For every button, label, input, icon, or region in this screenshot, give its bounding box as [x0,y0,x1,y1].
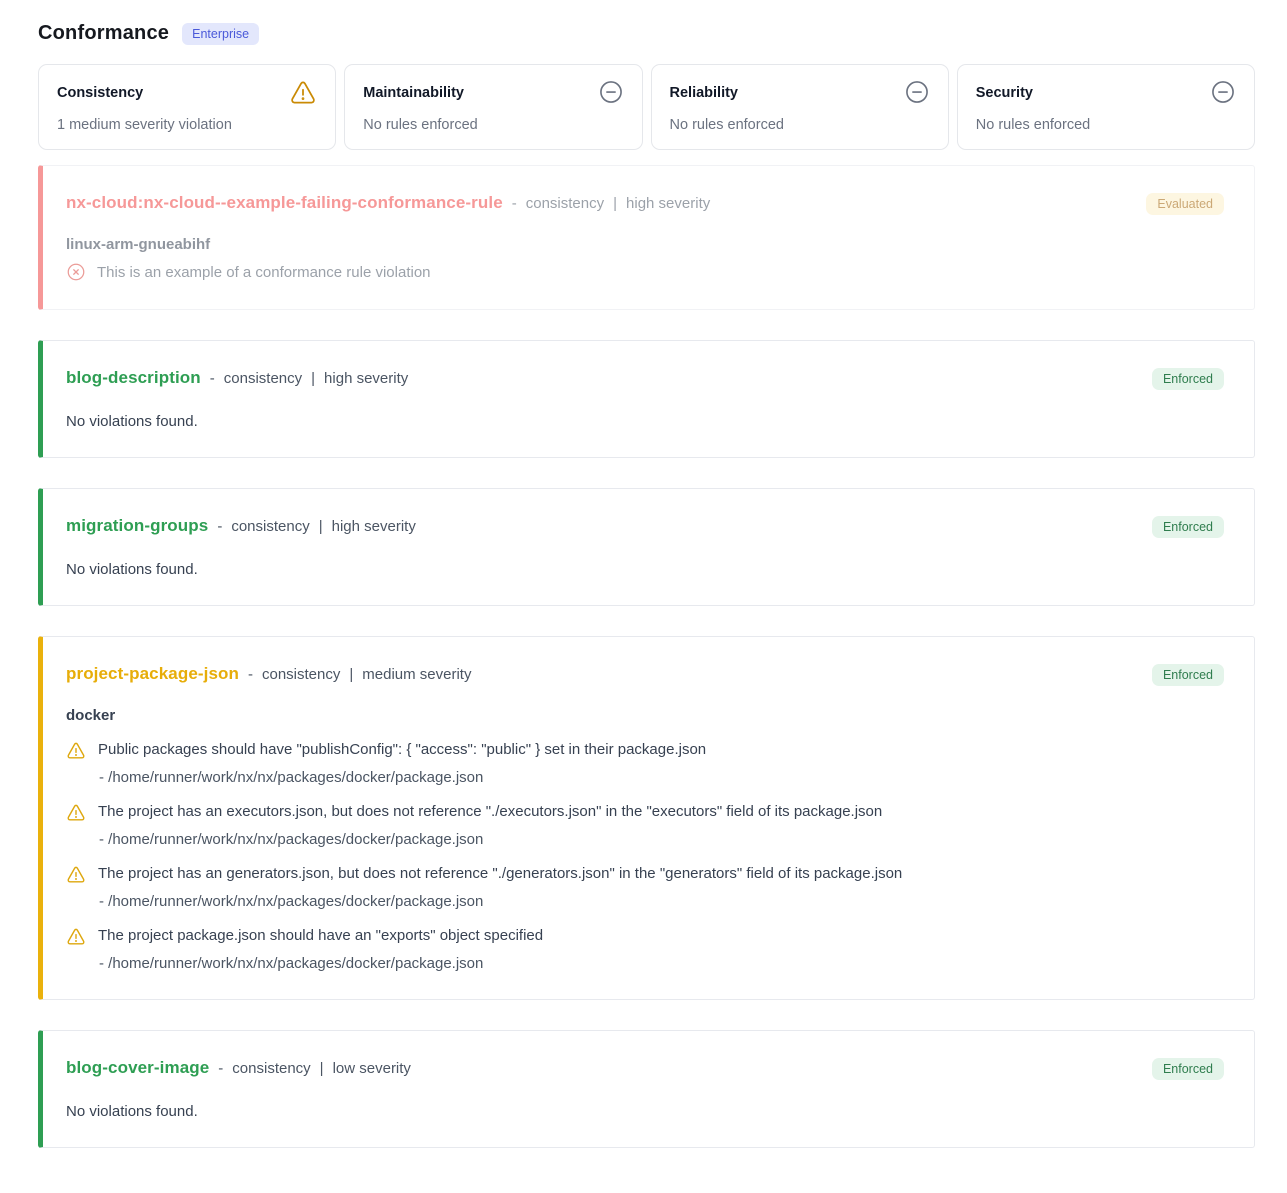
violation-line: This is an example of a conformance rule… [66,262,1224,282]
rule-header: project-package-json - consistency | med… [66,664,1224,686]
summary-card-title: Reliability [670,79,739,101]
violations-list: Public packages should have "publishConf… [66,740,1224,972]
rule-result-text: No violations found. [66,1103,1224,1120]
meta-dash: - [218,1060,223,1077]
violation-item: Public packages should have "publishConf… [66,740,1224,786]
rule-title-line: blog-description - consistency | high se… [66,368,408,388]
status-badge: Enforced [1152,516,1224,538]
project-name: linux-arm-gnueabihf [66,236,1224,253]
summary-card-top: Security [976,79,1236,105]
rule-severity: high severity [332,518,416,535]
status-badge: Enforced [1152,368,1224,390]
summary-card-subtitle: No rules enforced [363,117,623,133]
rule-header: blog-cover-image - consistency | low sev… [66,1058,1224,1080]
violation-message-row: The project has an executors.json, but d… [66,802,1224,823]
warning-triangle-icon [66,927,86,947]
page-title: Conformance [38,22,169,45]
rule-name[interactable]: blog-description [66,368,201,388]
violation-message: Public packages should have "publishConf… [98,740,706,760]
summary-card-subtitle: 1 medium severity violation [57,117,317,133]
enterprise-badge: Enterprise [182,23,259,45]
summary-card-top: Consistency [57,79,317,107]
rule-header: nx-cloud:nx-cloud--example-failing-confo… [66,193,1224,215]
violation-message: The project has an executors.json, but d… [98,802,882,822]
violation-item: The project has an generators.json, but … [66,864,1224,910]
warning-triangle-icon [66,865,86,885]
meta-pipe: | [349,666,353,683]
summary-card-top: Reliability [670,79,930,105]
error-x-circle-icon [66,262,86,282]
warning-triangle-icon [66,803,86,823]
meta-pipe: | [320,1060,324,1077]
rule-header: migration-groups - consistency | high se… [66,516,1224,538]
violation-message-row: The project has an generators.json, but … [66,864,1224,885]
violation-item: The project package.json should have an … [66,926,1224,972]
warning-triangle-icon [289,79,317,107]
rule-title-line: migration-groups - consistency | high se… [66,516,416,536]
rule-category: consistency [526,195,604,212]
violation-message-row: Public packages should have "publishConf… [66,740,1224,761]
meta-dash: - [248,666,253,683]
page-header: Conformance Enterprise [38,22,1255,45]
meta-pipe: | [319,518,323,535]
project-name: docker [66,707,1224,724]
violation-path: - /home/runner/work/nx/nx/packages/docke… [99,769,1224,786]
meta-pipe: | [311,370,315,387]
warning-triangle-icon [66,741,86,761]
rule-result-text: No violations found. [66,413,1224,430]
violation-item: The project has an executors.json, but d… [66,802,1224,848]
rule-card-example-failing: nx-cloud:nx-cloud--example-failing-confo… [38,165,1255,310]
summary-card-consistency: Consistency 1 medium severity violation [38,64,336,150]
status-badge: Enforced [1152,1058,1224,1080]
meta-dash: - [512,195,517,212]
summary-row: Consistency 1 medium severity violation … [38,64,1255,150]
rule-name[interactable]: project-package-json [66,664,239,684]
rule-severity: medium severity [362,666,471,683]
meta-dash: - [217,518,222,535]
dash-circle-icon [904,79,930,105]
rule-severity: low severity [333,1060,411,1077]
rule-name[interactable]: migration-groups [66,516,208,536]
violation-path: - /home/runner/work/nx/nx/packages/docke… [99,893,1224,910]
rule-name[interactable]: nx-cloud:nx-cloud--example-failing-confo… [66,193,503,213]
dash-circle-icon [1210,79,1236,105]
status-badge: Evaluated [1146,193,1224,215]
violation-message: This is an example of a conformance rule… [97,264,431,281]
rule-name[interactable]: blog-cover-image [66,1058,209,1078]
summary-card-title: Consistency [57,79,143,101]
rule-category: consistency [231,518,309,535]
summary-card-maintainability: Maintainability No rules enforced [344,64,642,150]
rule-card-blog-cover-image: blog-cover-image - consistency | low sev… [38,1030,1255,1148]
rule-severity: high severity [626,195,710,212]
violation-message-row: The project package.json should have an … [66,926,1224,947]
rule-result-text: No violations found. [66,561,1224,578]
rule-title-line: nx-cloud:nx-cloud--example-failing-confo… [66,193,710,213]
rule-severity: high severity [324,370,408,387]
meta-pipe: | [613,195,617,212]
rule-category: consistency [262,666,340,683]
summary-card-top: Maintainability [363,79,623,105]
rule-category: consistency [224,370,302,387]
summary-card-title: Security [976,79,1033,101]
rule-card-migration-groups: migration-groups - consistency | high se… [38,488,1255,606]
violation-message: The project has an generators.json, but … [98,864,902,884]
rule-card-blog-description: blog-description - consistency | high se… [38,340,1255,458]
violation-path: - /home/runner/work/nx/nx/packages/docke… [99,831,1224,848]
summary-card-security: Security No rules enforced [957,64,1255,150]
violation-message: The project package.json should have an … [98,926,543,946]
rule-title-line: project-package-json - consistency | med… [66,664,471,684]
summary-card-reliability: Reliability No rules enforced [651,64,949,150]
status-badge: Enforced [1152,664,1224,686]
rule-card-project-package-json: project-package-json - consistency | med… [38,636,1255,1000]
violation-path: - /home/runner/work/nx/nx/packages/docke… [99,955,1224,972]
summary-card-subtitle: No rules enforced [670,117,930,133]
dash-circle-icon [598,79,624,105]
summary-card-subtitle: No rules enforced [976,117,1236,133]
conformance-page: Conformance Enterprise Consistency 1 med… [0,0,1287,1188]
summary-card-title: Maintainability [363,79,464,101]
rule-title-line: blog-cover-image - consistency | low sev… [66,1058,411,1078]
rule-header: blog-description - consistency | high se… [66,368,1224,390]
meta-dash: - [210,370,215,387]
rule-category: consistency [232,1060,310,1077]
